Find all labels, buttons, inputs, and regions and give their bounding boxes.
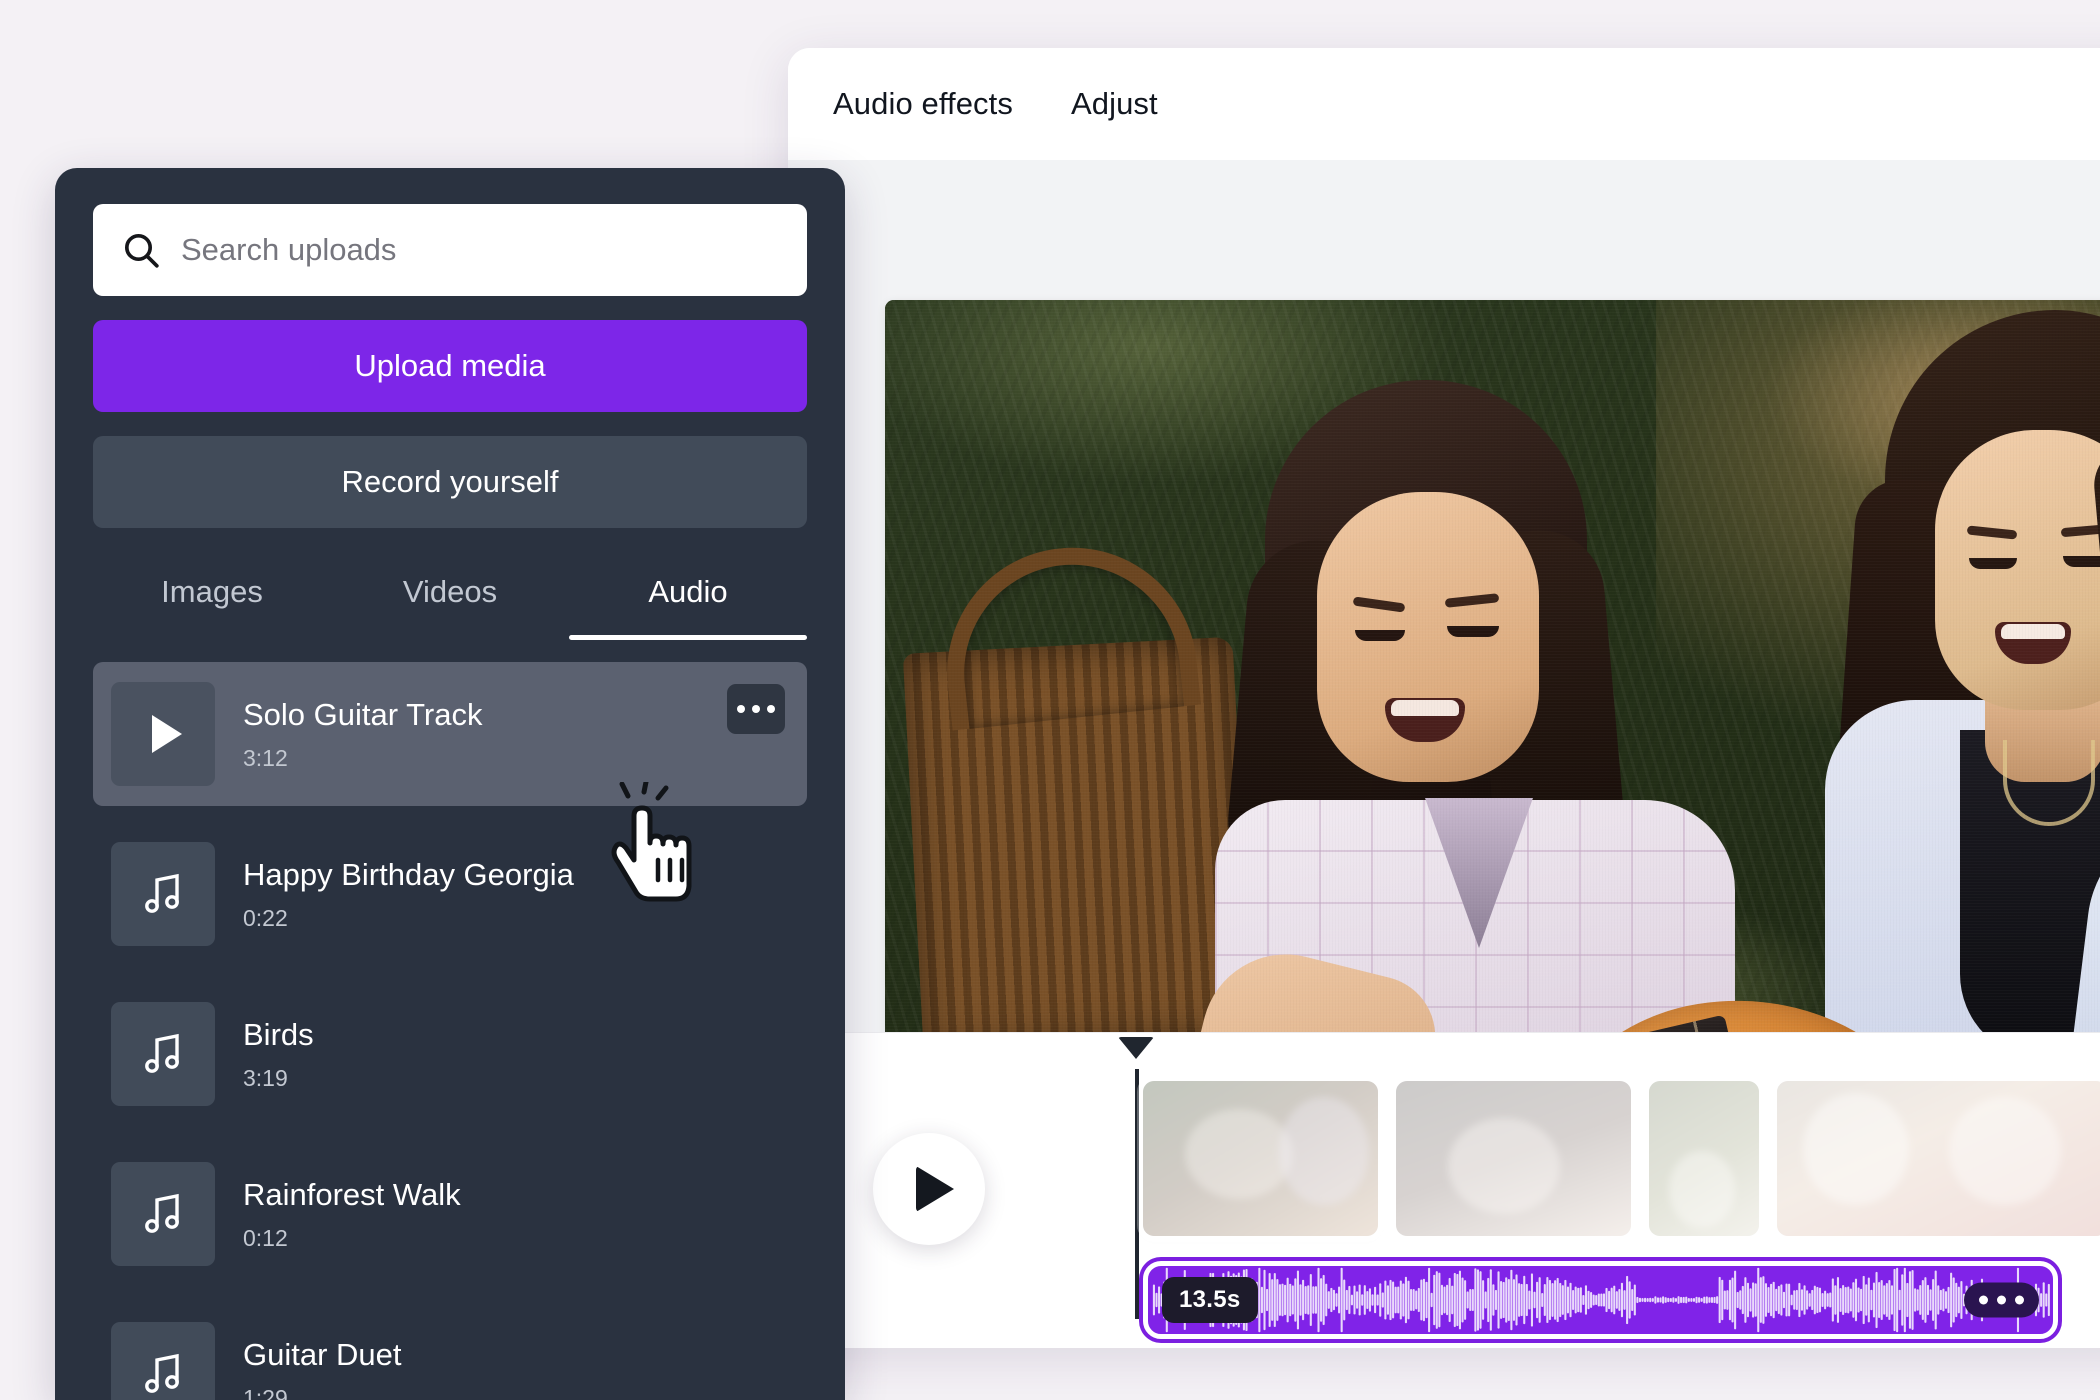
- audio-item-solo-guitar-track[interactable]: Solo Guitar Track 3:12: [93, 662, 807, 806]
- uploads-panel: Upload media Record yourself Images Vide…: [55, 168, 845, 1400]
- timeline: 13.5s: [788, 1032, 2100, 1348]
- play-icon: [152, 715, 182, 753]
- audio-title: Guitar Duet: [243, 1336, 402, 1372]
- clip-duration-badge: 13.5s: [1162, 1277, 1258, 1323]
- editor-tab-bar: Audio effects Adjust: [788, 48, 2100, 160]
- play-icon: [916, 1166, 954, 1212]
- audio-duration: 3:12: [243, 744, 288, 771]
- record-yourself-button[interactable]: Record yourself: [93, 436, 807, 528]
- editor-window: Audio effects Adjust 13.5s: [788, 48, 2100, 1348]
- audio-duration: 1:29: [243, 1384, 288, 1400]
- audio-thumb[interactable]: [111, 1322, 215, 1400]
- audio-title: Solo Guitar Track: [243, 696, 483, 732]
- tab-images[interactable]: Images: [93, 574, 331, 640]
- ellipsis-dot: [2015, 1295, 2024, 1305]
- tab-audio[interactable]: Audio: [569, 574, 807, 640]
- person-left-eye-left: [1355, 630, 1405, 641]
- search-icon: [121, 230, 161, 270]
- person-left-teeth: [1391, 700, 1459, 716]
- person-right-eye-left: [1969, 558, 2017, 569]
- audio-item-guitar-duet[interactable]: Guitar Duet 1:29: [93, 1302, 807, 1400]
- music-note-icon: [145, 873, 179, 913]
- audio-item-rainforest-walk[interactable]: Rainforest Walk 0:12: [93, 1142, 807, 1286]
- audio-thumb[interactable]: [111, 682, 215, 786]
- tab-videos[interactable]: Videos: [331, 574, 569, 640]
- audio-duration: 0:12: [243, 1224, 288, 1251]
- audio-duration: 3:19: [243, 1064, 288, 1091]
- audio-item-happy-birthday-georgia[interactable]: Happy Birthday Georgia 0:22: [93, 822, 807, 966]
- screen-root: Audio effects Adjust 13.5s Search upload…: [0, 0, 2100, 1400]
- timeline-thumb-4[interactable]: [1777, 1081, 2100, 1236]
- audio-title: Rainforest Walk: [243, 1176, 461, 1212]
- timeline-thumbnail-strip: [1137, 1075, 2100, 1242]
- playhead-caret-icon[interactable]: [1118, 1037, 1154, 1059]
- audio-thumb[interactable]: [111, 1002, 215, 1106]
- audio-title: Birds: [243, 1016, 314, 1052]
- ellipsis-dot: [752, 705, 760, 713]
- music-note-icon: [145, 1033, 179, 1073]
- music-note-icon: [145, 1193, 179, 1233]
- tab-audio-effects[interactable]: Audio effects: [833, 86, 1013, 122]
- audio-item-birds[interactable]: Birds 3:19: [93, 982, 807, 1126]
- ellipsis-dot: [737, 705, 745, 713]
- person-left-eye-right: [1447, 626, 1499, 637]
- ellipsis-dot: [1997, 1295, 2006, 1305]
- person-right-teeth: [2001, 624, 2065, 639]
- timeline-play-button[interactable]: [873, 1133, 985, 1245]
- ellipsis-dot: [767, 705, 775, 713]
- waveform-icon: [1152, 1267, 2050, 1333]
- ellipsis-dot: [1979, 1295, 1988, 1305]
- music-note-icon: [145, 1353, 179, 1393]
- audio-thumb[interactable]: [111, 842, 215, 946]
- audio-thumb[interactable]: [111, 1162, 215, 1266]
- audio-duration: 0:22: [243, 904, 288, 931]
- timeline-thumb-2[interactable]: [1396, 1081, 1631, 1236]
- person-right-eye-right: [2063, 556, 2100, 567]
- search-bar[interactable]: [93, 204, 807, 296]
- uploads-tab-bar: Images Videos Audio: [93, 574, 807, 640]
- audio-list: Solo Guitar Track 3:12 Happy Birthday Ge…: [93, 662, 807, 1400]
- clip-more-options-button[interactable]: [1964, 1282, 2039, 1318]
- tab-adjust[interactable]: Adjust: [1071, 86, 1158, 122]
- audio-title: Happy Birthday Georgia: [243, 856, 574, 892]
- playhead-line[interactable]: [1135, 1069, 1139, 1319]
- video-preview[interactable]: [885, 300, 2100, 1075]
- timeline-thumb-1[interactable]: [1137, 1075, 1384, 1242]
- search-input[interactable]: [181, 232, 779, 268]
- preview-zone: [788, 160, 2100, 1075]
- audio-more-options-button[interactable]: [727, 684, 785, 734]
- upload-media-button[interactable]: Upload media: [93, 320, 807, 412]
- audio-clip[interactable]: 13.5s: [1143, 1261, 2058, 1339]
- person-right-face: [1935, 430, 2100, 710]
- timeline-thumb-3[interactable]: [1649, 1081, 1759, 1236]
